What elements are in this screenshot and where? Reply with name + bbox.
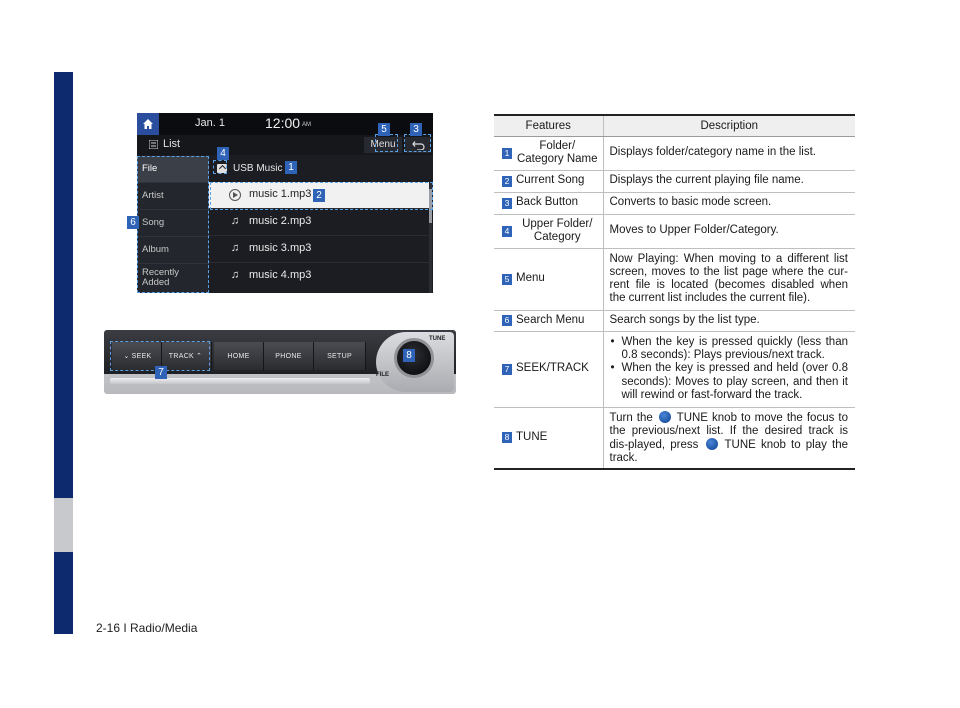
page-footer: 2-16 I Radio/Media xyxy=(96,621,198,635)
table-row: 1 Folder/ Category Name Displays folder/c… xyxy=(494,136,855,171)
home-icon xyxy=(143,119,153,129)
callout-5: 5 xyxy=(378,123,390,136)
song-title: music 4.mp3 xyxy=(249,269,312,281)
table-row: 8 TUNE Turn the TUNE knob to move the foc… xyxy=(494,407,855,471)
search-menu-focus-outline xyxy=(137,156,209,293)
song-title: music 2.mp3 xyxy=(249,215,312,227)
row-number-badge: 2 xyxy=(502,175,512,187)
control-panel-lip xyxy=(110,378,370,384)
tune-label: TUNE xyxy=(429,336,446,342)
row-number-badge: 4 xyxy=(502,225,512,237)
feature-name: TUNE xyxy=(516,431,548,444)
list-title: List xyxy=(163,138,181,150)
row-number-badge: 3 xyxy=(502,197,512,209)
tune-knob-icon xyxy=(658,410,671,423)
folder-name: USB Music xyxy=(233,163,283,174)
music-note-icon: ♫ xyxy=(230,215,240,227)
feature-description: Moves to Upper Folder/Category. xyxy=(603,214,855,249)
home-button[interactable] xyxy=(137,113,159,135)
row-number-badge: 8 xyxy=(502,432,512,444)
callout-2: 2 xyxy=(313,189,325,202)
list-icon xyxy=(149,140,158,149)
home-hard-button[interactable]: HOME xyxy=(214,342,264,370)
feature-description: Converts to basic mode screen. xyxy=(603,192,855,215)
table-row: 4 Upper Folder/ Category Moves to Upper F… xyxy=(494,214,855,249)
table-row: 7 SEEK/TRACK When the key is pressed quic… xyxy=(494,331,855,408)
callout-1: 1 xyxy=(285,161,297,174)
feature-name: Menu xyxy=(516,272,545,285)
feature-description: Now Playing: When moving to a different … xyxy=(603,248,855,311)
table-row: 2 Current Song Displays the current playi… xyxy=(494,170,855,193)
table-row: 5 Menu Now Playing: When moving to a diff… xyxy=(494,248,855,311)
feature-name: Folder/ Category Name xyxy=(516,139,598,165)
feature-name: SEEK/TRACK xyxy=(516,362,589,375)
table-header-row: Features Description xyxy=(494,114,855,137)
table-row: 3 Back Button Converts to basic mode scre… xyxy=(494,192,855,215)
callout-4: 4 xyxy=(217,147,229,160)
feature-description: Displays the current playing file name. xyxy=(603,170,855,193)
music-note-icon: ♫ xyxy=(230,269,240,281)
date-display: Jan. 1 xyxy=(195,117,225,129)
features-table-wrap: Features Description 1 Folder/ Category N… xyxy=(494,114,855,471)
feature-name: Current Song xyxy=(516,174,585,187)
header-description: Description xyxy=(603,114,855,137)
header-features: Features xyxy=(494,114,604,137)
menu-focus-outline xyxy=(375,134,398,152)
feature-name: Search Menu xyxy=(516,313,585,326)
row-number-badge: 1 xyxy=(502,147,512,159)
song-row[interactable]: ♫ music 3.mp3 xyxy=(209,236,429,263)
feature-description: Search songs by the list type. xyxy=(603,310,855,332)
time-display: 12:00 xyxy=(265,115,301,131)
file-label: FILE xyxy=(376,372,389,378)
callout-7: 7 xyxy=(155,366,167,379)
callout-8: 8 xyxy=(403,349,415,362)
song-row[interactable]: ♫ music 2.mp3 xyxy=(209,209,429,236)
description-text: Turn the xyxy=(609,411,653,424)
side-margin-bar xyxy=(54,72,73,634)
tune-knob-icon xyxy=(705,437,718,450)
side-margin-bar-highlight xyxy=(54,498,73,552)
song-row[interactable]: ♫ music 4.mp3 xyxy=(209,263,429,290)
feature-name: Upper Folder/ Category xyxy=(522,217,593,243)
ampm-display: AM xyxy=(302,122,311,128)
table-row: 6 Search Menu Search songs by the list ty… xyxy=(494,310,855,332)
feature-description: Displays folder/category name in the lis… xyxy=(603,136,855,171)
callout-3: 3 xyxy=(410,123,422,136)
callout-6: 6 xyxy=(127,216,139,229)
back-focus-outline xyxy=(404,134,431,152)
bullet-list: When the key is pressed quickly (less th… xyxy=(610,336,848,402)
row-number-badge: 7 xyxy=(502,363,512,375)
features-table: Features Description 1 Folder/ Category N… xyxy=(494,114,855,471)
phone-button[interactable]: PHONE xyxy=(264,342,314,370)
song-title: music 3.mp3 xyxy=(249,242,312,254)
bullet-item: When the key is pressed quickly (less th… xyxy=(610,336,848,362)
upper-folder-focus-outline xyxy=(213,160,227,174)
feature-name: Back Button xyxy=(516,196,579,209)
row-number-badge: 5 xyxy=(502,273,512,285)
setup-button[interactable]: SETUP xyxy=(314,342,366,370)
row-number-badge: 6 xyxy=(502,315,512,326)
bullet-item: When the key is pressed and held (over 0… xyxy=(610,362,848,402)
music-note-icon: ♫ xyxy=(230,242,240,254)
